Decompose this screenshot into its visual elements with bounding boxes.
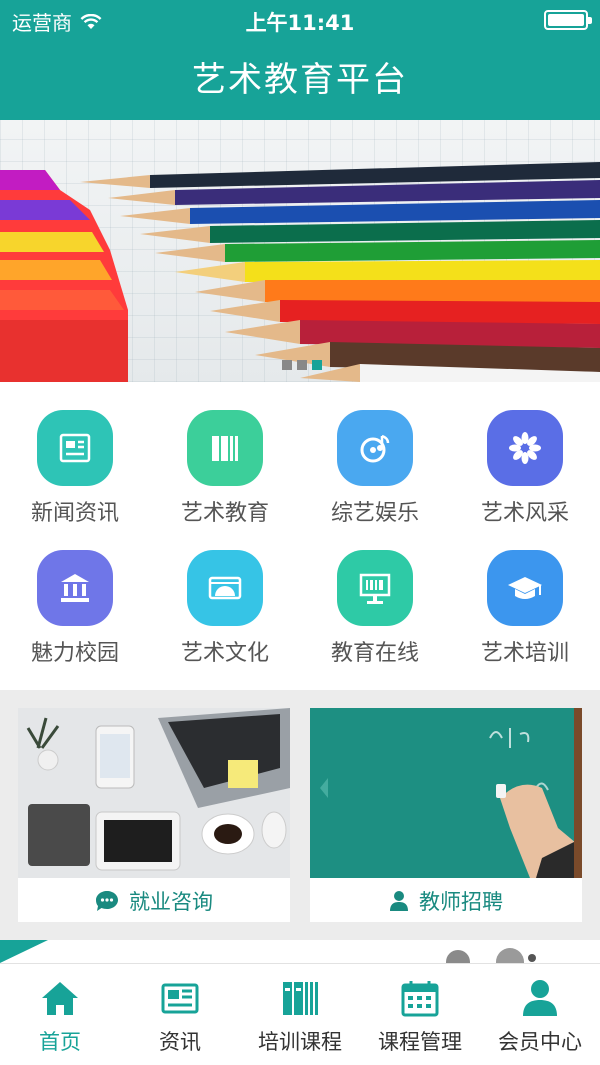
card-label: 就业咨询 xyxy=(129,890,213,914)
carousel-indicator xyxy=(282,360,322,370)
tab-member-center[interactable]: 会员中心 xyxy=(480,964,600,1065)
carousel-dot[interactable] xyxy=(282,360,292,370)
feature-cards: 就业咨询 教师招聘 xyxy=(0,690,600,940)
banner-carousel[interactable] xyxy=(0,120,600,382)
grid-label: 魅力校园 xyxy=(30,641,119,666)
tab-label: 培训课程 xyxy=(258,1030,342,1054)
books-icon xyxy=(283,982,318,1015)
calendar-icon xyxy=(401,981,439,1017)
carousel-dot-active[interactable] xyxy=(312,360,322,370)
tab-label: 课程管理 xyxy=(378,1030,462,1054)
grid-label: 艺术培训 xyxy=(480,641,569,666)
books-icon xyxy=(187,410,263,486)
page-title: 艺术教育平台 xyxy=(192,60,408,100)
tab-label: 首页 xyxy=(39,1030,81,1054)
tab-bar: 首页 资讯 培训课程 课程管理 会员中心 xyxy=(0,963,600,1065)
partial-thumbnails xyxy=(446,948,536,963)
tab-home[interactable]: 首页 xyxy=(0,964,120,1065)
grid-item-training[interactable]: 艺术培训 xyxy=(450,522,600,666)
grid-item-art-education[interactable]: 艺术教育 xyxy=(150,382,300,526)
person-icon xyxy=(390,891,408,911)
card-caption: 就业咨询 xyxy=(18,880,290,922)
nav-bar: 艺术教育平台 xyxy=(0,40,600,120)
desk-photo xyxy=(18,708,290,878)
chalkboard-photo xyxy=(310,708,582,878)
home-icon xyxy=(42,982,78,1015)
user-icon xyxy=(523,980,557,1016)
tab-course-management[interactable]: 课程管理 xyxy=(360,964,480,1065)
newspaper-icon xyxy=(161,983,199,1014)
tab-label: 会员中心 xyxy=(498,1030,582,1054)
card-caption: 教师招聘 xyxy=(310,880,582,922)
battery-icon xyxy=(544,10,592,30)
school-building-icon xyxy=(37,550,113,626)
culture-icon xyxy=(187,550,263,626)
tab-label: 资讯 xyxy=(159,1030,201,1054)
card-career-consulting[interactable]: 就业咨询 xyxy=(18,708,290,922)
status-bar: 运营商 上午11:41 xyxy=(0,0,600,40)
grid-item-online[interactable]: 教育在线 xyxy=(300,522,450,666)
grid-item-art-style[interactable]: 艺术风采 xyxy=(450,382,600,526)
section-marker xyxy=(0,940,48,963)
section-strip xyxy=(0,940,600,963)
music-disc-icon xyxy=(337,410,413,486)
grid-item-campus[interactable]: 魅力校园 xyxy=(0,522,150,666)
grid-label: 教育在线 xyxy=(330,641,419,666)
banner-image xyxy=(0,162,600,382)
card-teacher-recruitment[interactable]: 教师招聘 xyxy=(310,708,582,922)
flower-icon xyxy=(487,410,563,486)
tab-news[interactable]: 资讯 xyxy=(120,964,240,1065)
chat-icon xyxy=(96,891,118,911)
category-grid: 新闻资讯 艺术教育 综艺娱乐 艺术风采 魅力校园 艺术文化 教育在线 艺术培训 xyxy=(0,382,600,690)
news-icon xyxy=(37,410,113,486)
online-screen-icon xyxy=(337,550,413,626)
grid-item-news[interactable]: 新闻资讯 xyxy=(0,382,150,526)
grid-item-culture[interactable]: 艺术文化 xyxy=(150,522,300,666)
grid-item-entertainment[interactable]: 综艺娱乐 xyxy=(300,382,450,526)
carousel-dot[interactable] xyxy=(297,360,307,370)
grid-label: 艺术文化 xyxy=(180,641,269,666)
tab-training-courses[interactable]: 培训课程 xyxy=(240,964,360,1065)
status-time: 上午11:41 xyxy=(245,11,355,35)
card-label: 教师招聘 xyxy=(419,890,503,914)
graduation-cap-icon xyxy=(487,550,563,626)
